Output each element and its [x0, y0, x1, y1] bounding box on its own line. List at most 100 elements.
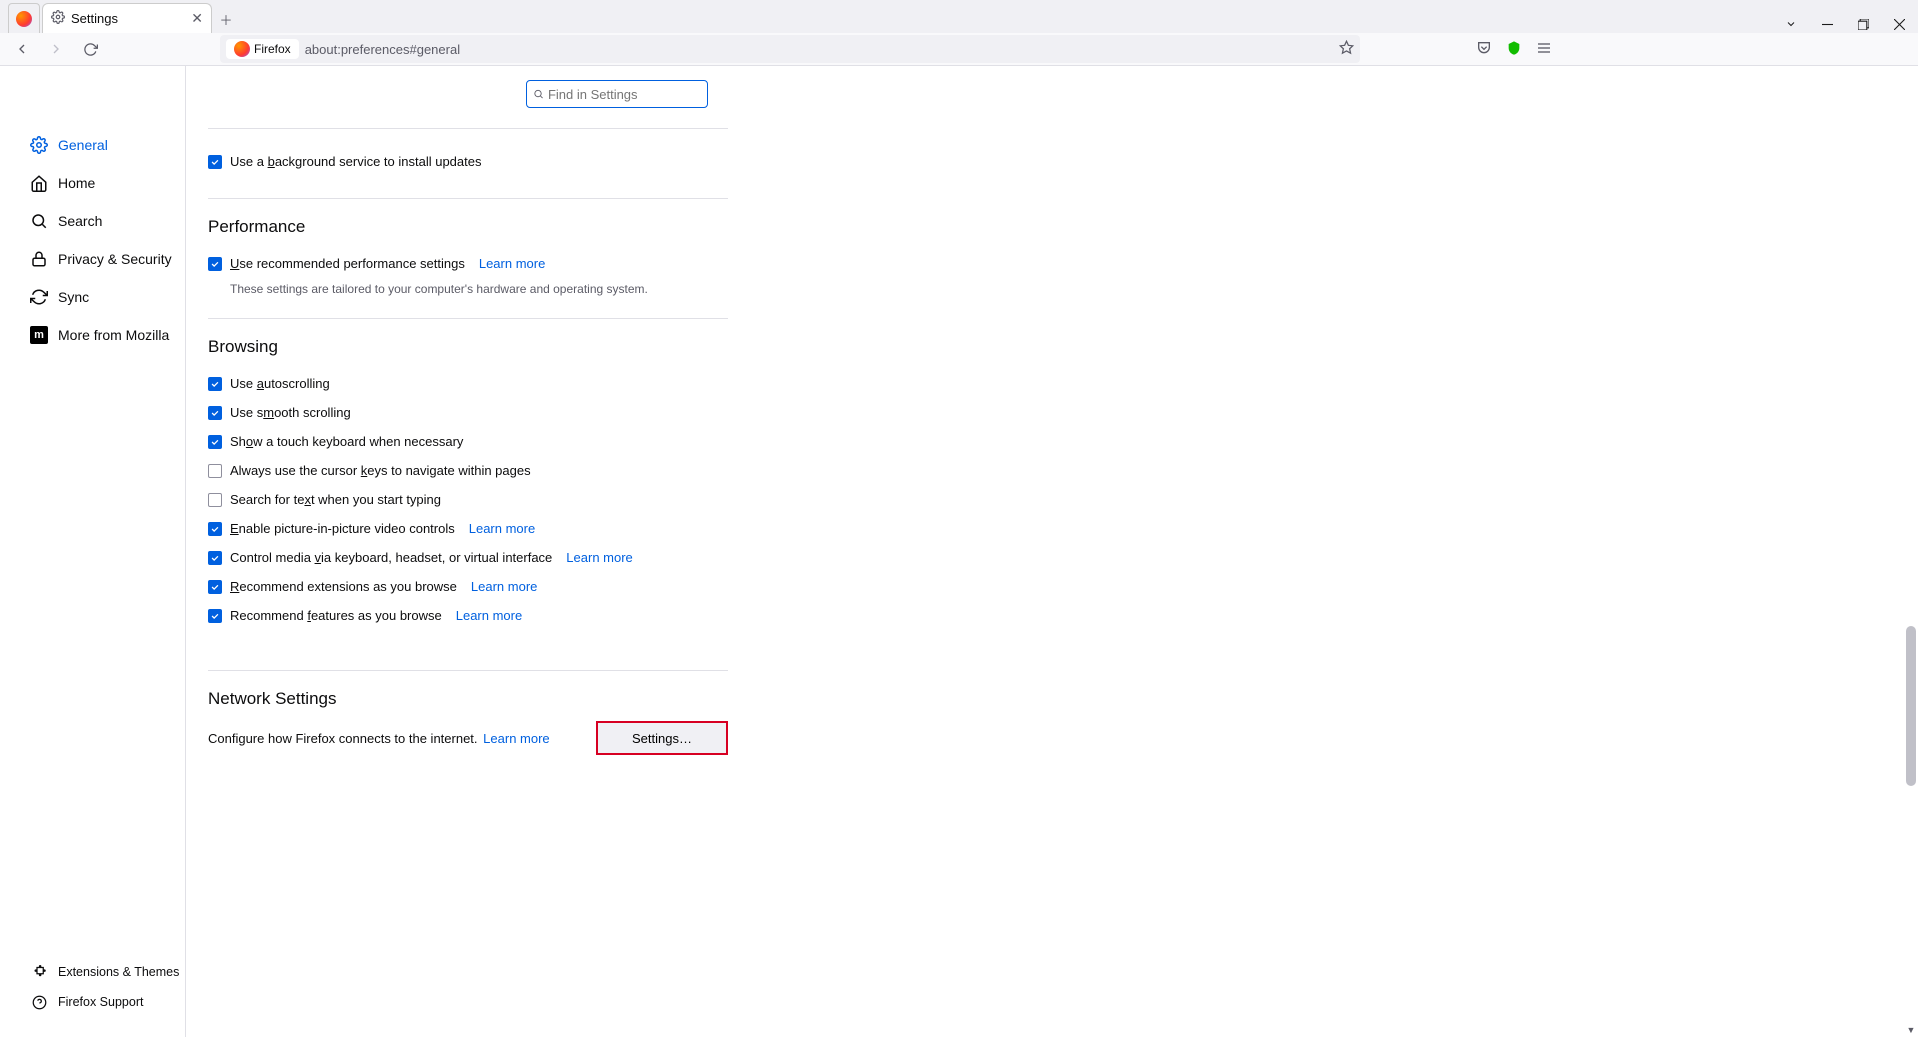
- maximize-icon[interactable]: [1854, 15, 1872, 33]
- bg-service-row: Use a background service to install upda…: [208, 147, 728, 176]
- forward-button[interactable]: [42, 35, 70, 63]
- checkbox-bg-service[interactable]: [208, 155, 222, 169]
- browsing-label: Use autoscrolling: [230, 376, 330, 391]
- gear-icon: [51, 10, 65, 27]
- sidebar-item-search[interactable]: Search: [30, 202, 185, 240]
- sidebar: General Home Search Privacy & Security S…: [0, 66, 186, 1037]
- browsing-row: Recommend features as you browse Learn mo…: [208, 601, 728, 630]
- checkbox-browsing-1[interactable]: [208, 406, 222, 420]
- perf-hint: These settings are tailored to your comp…: [230, 282, 728, 296]
- bookmark-star-icon[interactable]: [1339, 40, 1354, 58]
- main-panel: Use a background service to install upda…: [186, 66, 1918, 1037]
- tab-bar: Settings ✕ ＋: [0, 0, 1918, 33]
- checkbox-browsing-7[interactable]: [208, 580, 222, 594]
- browsing-label: Recommend features as you browse: [230, 608, 442, 623]
- tab-title: Settings: [71, 11, 118, 26]
- toolbar: Firefox about:preferences#general: [0, 33, 1918, 66]
- sidebar-item-label: General: [58, 137, 108, 153]
- browsing-row: Recommend extensions as you browse Learn …: [208, 572, 728, 601]
- checkbox-browsing-3[interactable]: [208, 464, 222, 478]
- checkbox-browsing-5[interactable]: [208, 522, 222, 536]
- puzzle-icon: [30, 963, 48, 981]
- url-bar[interactable]: Firefox about:preferences#general: [220, 35, 1360, 63]
- browsing-label: Use smooth scrolling: [230, 405, 351, 420]
- sidebar-footer-extensions[interactable]: Extensions & Themes: [30, 957, 185, 987]
- browsing-row: Control media via keyboard, headset, or …: [208, 543, 728, 572]
- lock-icon: [30, 250, 48, 268]
- shield-icon[interactable]: [1506, 40, 1522, 59]
- checkbox-browsing-8[interactable]: [208, 609, 222, 623]
- pinned-tab[interactable]: [8, 3, 40, 33]
- performance-title: Performance: [208, 217, 728, 237]
- browsing-label: Search for text when you start typing: [230, 492, 441, 507]
- home-icon: [30, 174, 48, 192]
- learn-more-link[interactable]: Learn more: [456, 608, 522, 623]
- close-tab-icon[interactable]: ✕: [191, 10, 203, 27]
- gear-icon: [30, 136, 48, 154]
- learn-more-link[interactable]: Learn more: [483, 731, 549, 746]
- sidebar-item-sync[interactable]: Sync: [30, 278, 185, 316]
- browsing-row: Use autoscrolling: [208, 369, 728, 398]
- network-desc-text: Configure how Firefox connects to the in…: [208, 731, 478, 746]
- checkbox-browsing-4[interactable]: [208, 493, 222, 507]
- firefox-icon: [16, 11, 32, 27]
- minimize-icon[interactable]: [1818, 15, 1836, 33]
- recommended-perf-label: Use recommended performance settings: [230, 256, 465, 271]
- scroll-down-icon[interactable]: ▼: [1906, 1023, 1916, 1037]
- browsing-row: Always use the cursor keys to navigate w…: [208, 456, 728, 485]
- network-desc: Configure how Firefox connects to the in…: [208, 731, 550, 746]
- search-icon: [30, 212, 48, 230]
- sidebar-item-privacy[interactable]: Privacy & Security: [30, 240, 185, 278]
- close-window-icon[interactable]: [1890, 15, 1908, 33]
- sidebar-item-label: Home: [58, 175, 95, 191]
- sidebar-item-label: More from Mozilla: [58, 327, 169, 343]
- scrollbar[interactable]: ▲ ▼: [1904, 66, 1918, 1037]
- learn-more-link[interactable]: Learn more: [469, 521, 535, 536]
- browsing-label: Recommend extensions as you browse: [230, 579, 457, 594]
- browsing-label: Control media via keyboard, headset, or …: [230, 550, 552, 565]
- checkbox-browsing-2[interactable]: [208, 435, 222, 449]
- bg-service-label: Use a background service to install upda…: [230, 154, 482, 169]
- new-tab-button[interactable]: ＋: [212, 5, 240, 33]
- browsing-row: Search for text when you start typing: [208, 485, 728, 514]
- settings-search-input[interactable]: [526, 80, 708, 108]
- browsing-row: Show a touch keyboard when necessary: [208, 427, 728, 456]
- list-tabs-icon[interactable]: [1782, 15, 1800, 33]
- app-menu-icon[interactable]: [1536, 40, 1552, 59]
- search-icon: [533, 88, 544, 100]
- sidebar-footer-label: Extensions & Themes: [58, 965, 179, 979]
- active-tab[interactable]: Settings ✕: [42, 3, 212, 33]
- sync-icon: [30, 288, 48, 306]
- sidebar-item-general[interactable]: General: [30, 126, 185, 164]
- reload-button[interactable]: [76, 35, 104, 63]
- sidebar-footer-support[interactable]: Firefox Support: [30, 987, 185, 1017]
- sidebar-item-home[interactable]: Home: [30, 164, 185, 202]
- content-area: General Home Search Privacy & Security S…: [0, 66, 1918, 1037]
- sidebar-item-more-mozilla[interactable]: m More from Mozilla: [30, 316, 185, 354]
- learn-more-link[interactable]: Learn more: [566, 550, 632, 565]
- url-firefox-label-text: Firefox: [254, 42, 291, 56]
- checkbox-browsing-0[interactable]: [208, 377, 222, 391]
- network-settings-button[interactable]: Settings…: [596, 721, 728, 755]
- url-text: about:preferences#general: [305, 42, 460, 57]
- browsing-label: Enable picture-in-picture video controls: [230, 521, 455, 536]
- browsing-label: Always use the cursor keys to navigate w…: [230, 463, 531, 478]
- url-identity-firefox: Firefox: [226, 39, 299, 59]
- browsing-label: Show a touch keyboard when necessary: [230, 434, 463, 449]
- checkbox-recommended-perf[interactable]: [208, 257, 222, 271]
- sidebar-item-label: Sync: [58, 289, 89, 305]
- mozilla-icon: m: [30, 326, 48, 344]
- scroll-thumb[interactable]: [1906, 626, 1916, 786]
- settings-search-field[interactable]: [548, 87, 701, 102]
- checkbox-browsing-6[interactable]: [208, 551, 222, 565]
- back-button[interactable]: [8, 35, 36, 63]
- help-icon: [30, 993, 48, 1011]
- browsing-row: Enable picture-in-picture video controls…: [208, 514, 728, 543]
- sidebar-footer-label: Firefox Support: [58, 995, 143, 1009]
- learn-more-link[interactable]: Learn more: [471, 579, 537, 594]
- learn-more-link[interactable]: Learn more: [479, 256, 545, 271]
- pocket-icon[interactable]: [1476, 40, 1492, 59]
- network-title: Network Settings: [208, 689, 728, 709]
- sidebar-item-label: Search: [58, 213, 102, 229]
- browsing-title: Browsing: [208, 337, 728, 357]
